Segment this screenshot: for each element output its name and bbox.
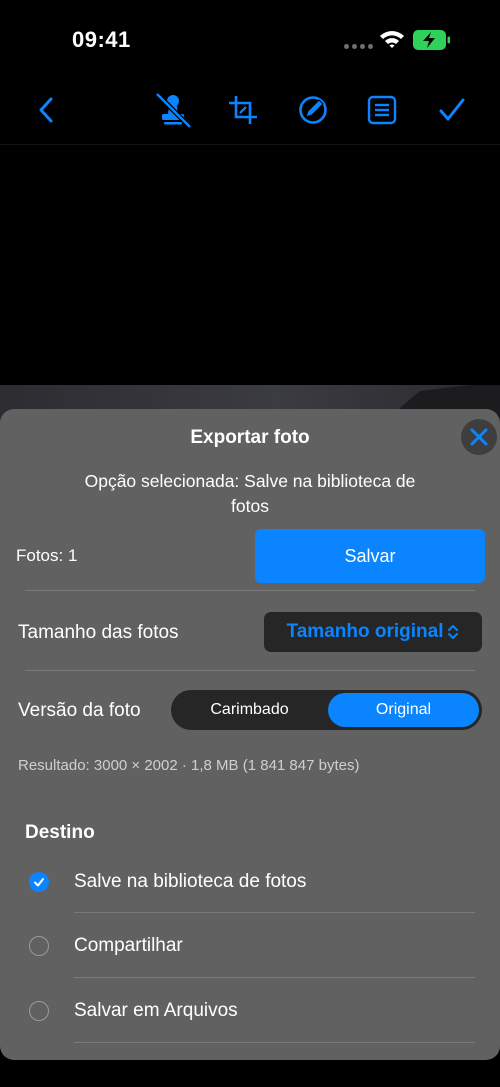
destination-option-files[interactable]: Salvar em Arquivos bbox=[0, 981, 500, 1041]
divider bbox=[25, 590, 475, 591]
export-sheet: Exportar foto Opção selecionada: Salve n… bbox=[0, 409, 500, 1060]
chevron-up-down-icon bbox=[448, 625, 459, 639]
status-bar: 09:41 bbox=[0, 0, 500, 80]
photo-version-control: Carimbado Original bbox=[171, 690, 482, 730]
radio-checked-icon bbox=[29, 872, 49, 892]
editor-toolbar bbox=[0, 80, 500, 145]
photo-version-label: Versão da foto bbox=[18, 700, 141, 721]
done-check-icon bbox=[439, 98, 465, 121]
back-button[interactable] bbox=[24, 88, 68, 132]
destination-title: Destino bbox=[25, 822, 95, 843]
save-button[interactable]: Salvar bbox=[255, 529, 485, 583]
photo-size-select[interactable]: Tamanho original bbox=[264, 612, 482, 652]
stamp-off-icon bbox=[155, 92, 192, 129]
back-icon bbox=[39, 97, 53, 123]
status-time: 09:41 bbox=[72, 27, 131, 52]
destination-label: Salve na biblioteca de fotos bbox=[74, 871, 307, 892]
divider bbox=[74, 1042, 475, 1043]
done-button[interactable] bbox=[430, 88, 474, 132]
photo-size-value: Tamanho original bbox=[286, 621, 444, 642]
version-option-stamped[interactable]: Carimbado bbox=[175, 693, 324, 727]
selected-option-text: Opção selecionada: Salve na biblioteca d… bbox=[84, 471, 416, 516]
photo-size-label: Tamanho das fotos bbox=[18, 622, 179, 643]
close-button[interactable] bbox=[461, 419, 497, 455]
cellular-signal-icon bbox=[344, 44, 373, 49]
details-button[interactable] bbox=[360, 88, 404, 132]
destination-label: Salvar em Arquivos bbox=[74, 1000, 238, 1021]
wifi-icon bbox=[380, 31, 404, 48]
radio-unchecked-icon bbox=[29, 1001, 49, 1021]
divider bbox=[25, 670, 475, 671]
crop-button[interactable] bbox=[221, 88, 265, 132]
sheet-title: Exportar foto bbox=[190, 427, 310, 448]
close-icon bbox=[470, 428, 488, 446]
crop-icon bbox=[229, 96, 257, 124]
destination-label: Compartilhar bbox=[74, 935, 183, 956]
divider bbox=[74, 977, 475, 978]
version-option-original[interactable]: Original bbox=[328, 693, 479, 727]
divider bbox=[74, 912, 475, 913]
list-icon bbox=[367, 95, 397, 125]
result-info: Resultado: 3000 × 2002 · 1,8 MB (1 841 8… bbox=[18, 757, 360, 774]
stamp-toggle-button[interactable] bbox=[151, 88, 195, 132]
destination-option-share[interactable]: Compartilhar bbox=[0, 916, 500, 976]
markup-button[interactable] bbox=[291, 88, 335, 132]
markup-icon bbox=[299, 96, 327, 124]
battery-charging-icon bbox=[413, 30, 450, 50]
destination-option-photo-library[interactable]: Salve na biblioteca de fotos bbox=[0, 852, 500, 912]
radio-unchecked-icon bbox=[29, 936, 49, 956]
photo-count: Fotos: 1 bbox=[16, 546, 78, 565]
